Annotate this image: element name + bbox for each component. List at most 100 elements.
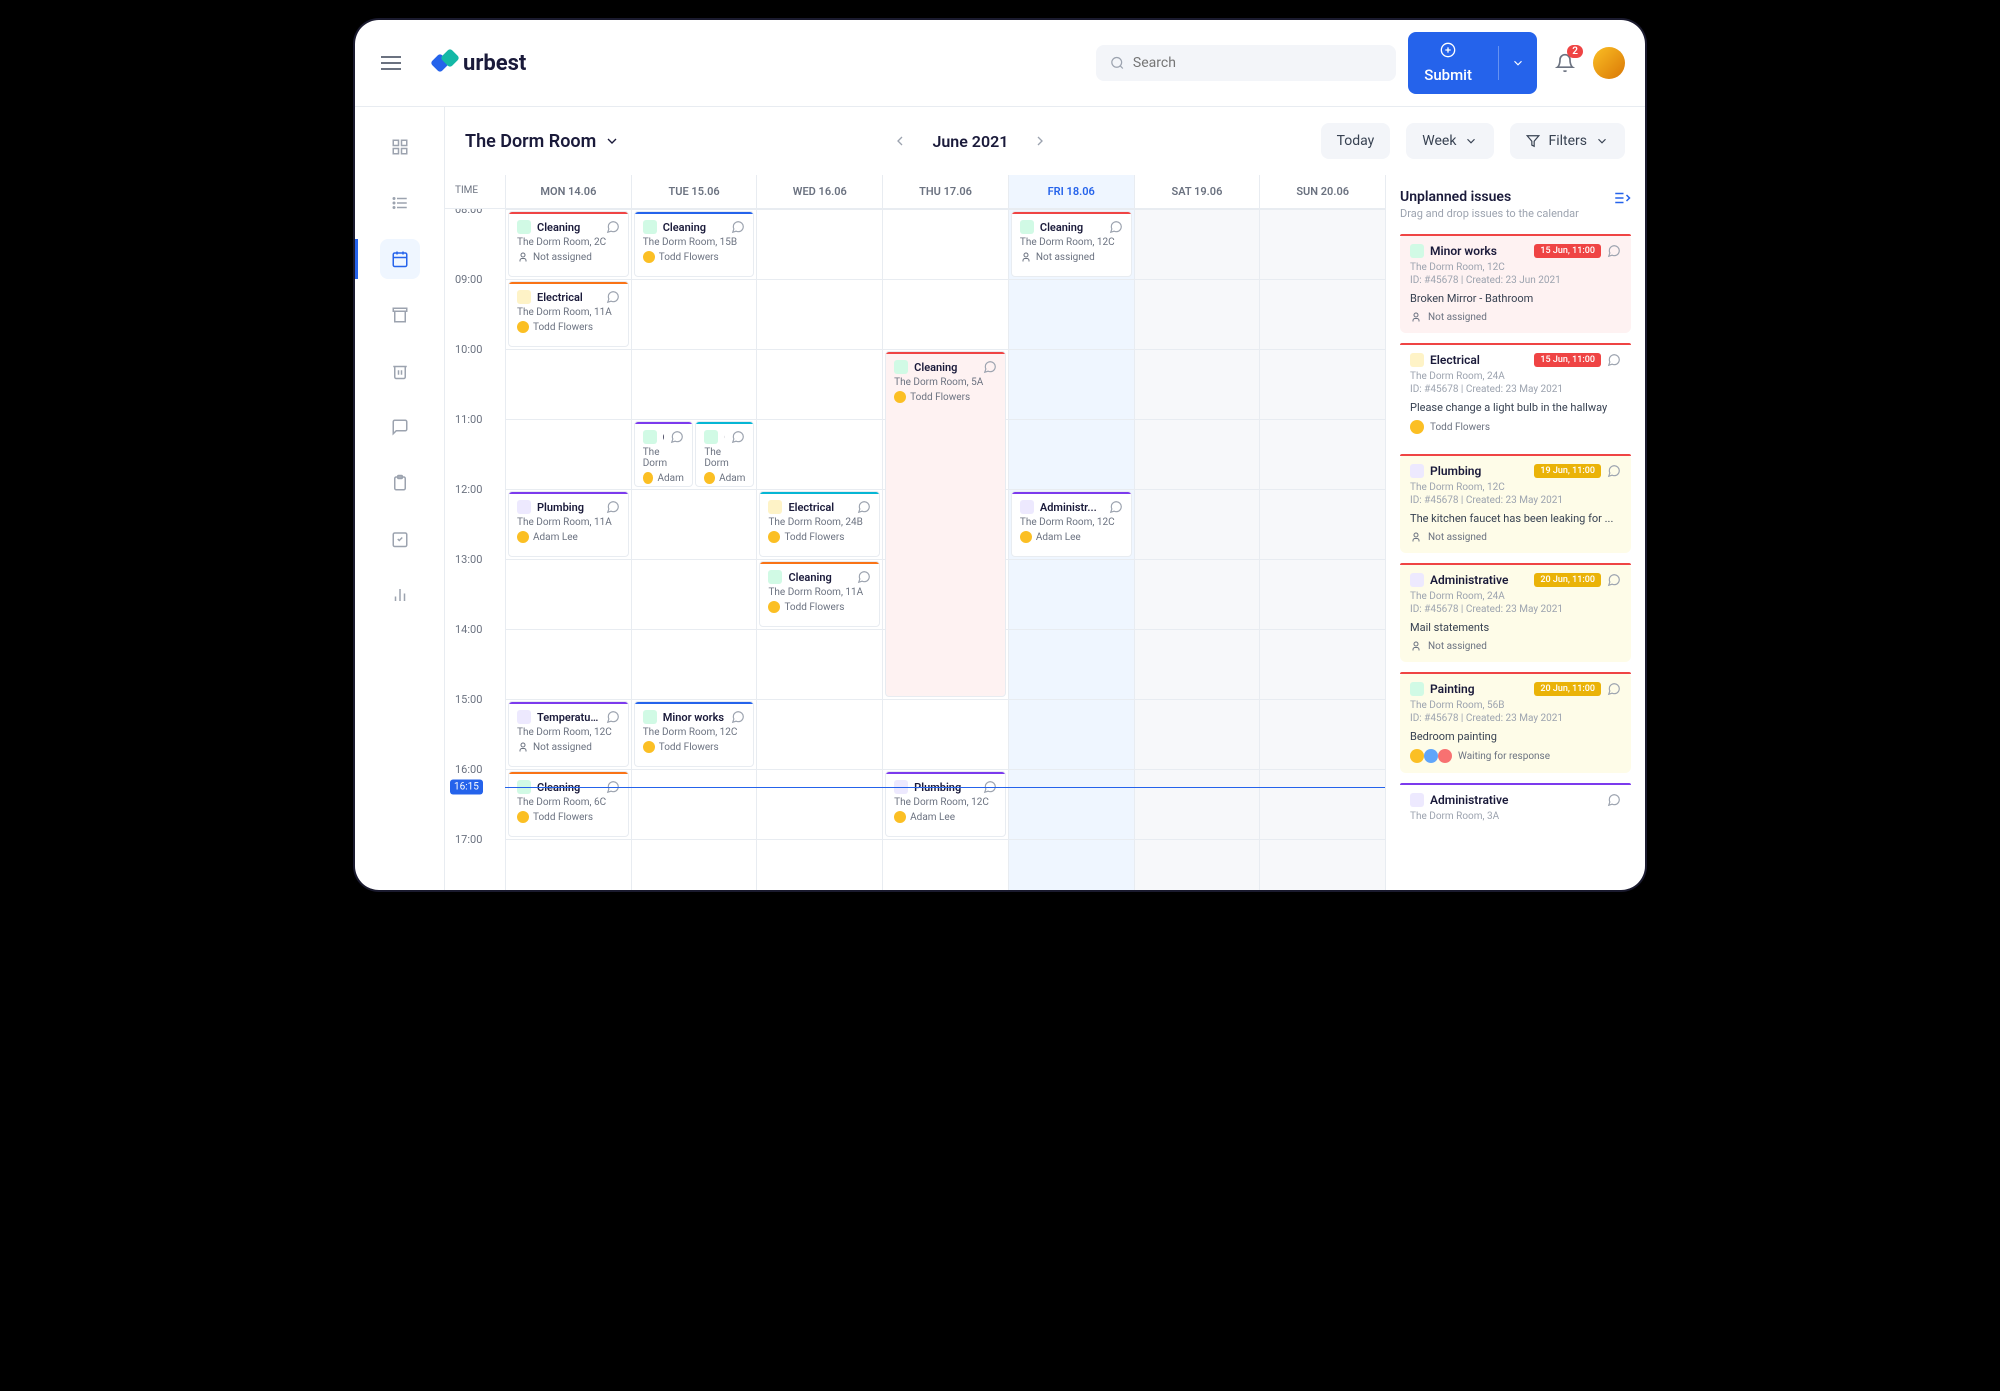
event-title: Administr... [1040,501,1103,514]
chat-icon[interactable] [1607,573,1621,587]
issue-card[interactable]: Administrative The Dorm Room, 3A [1400,783,1631,834]
chat-icon[interactable] [1607,682,1621,696]
collapse-panel-button[interactable] [1613,189,1631,207]
day-column[interactable]: Electrical The Dorm Room, 24B Todd Flowe… [756,209,882,890]
event-title: Cleaning [537,221,600,234]
chat-icon[interactable] [606,710,620,724]
event-title: Clean [724,431,725,444]
category-icon [1410,464,1424,478]
event-title: Electrical [537,291,600,304]
day-column[interactable]: Cleaning The Dorm Room, 15B Todd Flowers… [631,209,757,890]
filter-icon [1526,134,1540,148]
issue-card[interactable]: Plumbing19 Jun, 11:00 The Dorm Room, 12C… [1400,454,1631,553]
day-column[interactable] [1134,209,1260,890]
category-icon [643,710,657,724]
chat-icon[interactable] [1109,500,1123,514]
submit-dropdown[interactable] [1498,46,1537,80]
issue-card[interactable]: Painting20 Jun, 11:00 The Dorm Room, 56B… [1400,672,1631,773]
sidebar-item-dashboard[interactable] [380,127,420,167]
issue-meta: ID: #45678 | Created: 23 May 2021 [1410,495,1621,506]
chat-icon[interactable] [731,220,745,234]
issue-card[interactable]: Administrative20 Jun, 11:00 The Dorm Roo… [1400,563,1631,662]
chat-icon[interactable] [983,360,997,374]
search-box[interactable] [1096,45,1396,81]
calendar-toolbar: The Dorm Room June 2021 Today Week Filte… [445,107,1645,175]
category-icon [517,500,531,514]
category-icon [704,430,718,444]
calendar-event[interactable]: Clean The Dorm Adam [695,421,754,487]
time-label: 16:00 [445,763,505,833]
menu-icon[interactable] [375,46,407,80]
chat-icon[interactable] [1607,464,1621,478]
day-header: SUN 20.06 [1259,175,1385,208]
prev-month-button[interactable] [888,129,912,153]
submit-button[interactable]: Submit [1408,32,1537,94]
chat-icon[interactable] [606,290,620,304]
calendar-event[interactable]: Cleaning The Dorm Room, 11A Todd Flowers [759,561,880,627]
chevron-down-icon [1511,56,1525,70]
calendar-event[interactable]: Electrical The Dorm Room, 11A Todd Flowe… [508,281,629,347]
event-location: The Dorm Room, 12C [1020,517,1123,528]
chat-icon[interactable] [606,500,620,514]
chat-icon[interactable] [1607,244,1621,258]
view-selector[interactable]: Week [1406,123,1494,159]
event-assignee: Todd Flowers [768,601,871,613]
time-label: 13:00 [445,553,505,623]
category-icon [1410,573,1424,587]
sidebar-item-archive[interactable] [380,295,420,335]
sidebar-item-list[interactable] [380,183,420,223]
calendar-event[interactable]: Clean The Dorm Adam [634,421,693,487]
chat-icon[interactable] [606,220,620,234]
sidebar-item-clipboard[interactable] [380,463,420,503]
chat-icon[interactable] [731,710,745,724]
calendar-event[interactable]: Cleaning The Dorm Room, 12C Not assigned [1011,211,1132,277]
next-month-button[interactable] [1028,129,1052,153]
calendar-event[interactable]: Cleaning The Dorm Room, 5A Todd Flowers [885,351,1006,697]
calendar-event[interactable]: Plumbing The Dorm Room, 12C Adam Lee [885,771,1006,837]
sidebar-item-calendar[interactable] [380,239,420,279]
time-label: 09:00 [445,273,505,343]
chat-icon[interactable] [1109,220,1123,234]
calendar-event[interactable]: Temperature The Dorm Room, 12C Not assig… [508,701,629,767]
issue-card[interactable]: Electrical15 Jun, 11:00 The Dorm Room, 2… [1400,343,1631,444]
time-label: 08:00 [445,203,505,273]
chat-icon[interactable] [857,570,871,584]
brand-logo[interactable]: urbest [433,51,526,76]
sidebar-item-trash[interactable] [380,351,420,391]
calendar-event[interactable]: Administr... The Dorm Room, 12C Adam Lee [1011,491,1132,557]
chat-icon[interactable] [1607,353,1621,367]
event-title: Minor works [663,711,726,724]
calendar-grid: TIME MON 14.06TUE 15.06WED 16.06THU 17.0… [445,175,1385,890]
sidebar-item-analytics[interactable] [380,575,420,615]
calendar-event[interactable]: Cleaning The Dorm Room, 6C Todd Flowers [508,771,629,837]
event-assignee: Adam Lee [894,811,997,823]
calendar-event[interactable]: Minor works The Dorm Room, 12C Todd Flow… [634,701,755,767]
event-location: The Dorm Room, 12C [1020,237,1123,248]
event-title: Cleaning [1040,221,1103,234]
calendar-event[interactable]: Cleaning The Dorm Room, 2C Not assigned [508,211,629,277]
user-avatar[interactable] [1593,47,1625,79]
chat-icon[interactable] [731,430,745,444]
chat-icon[interactable] [857,500,871,514]
day-column[interactable]: Cleaning The Dorm Room, 5A Todd Flowers … [882,209,1008,890]
sidebar-item-messages[interactable] [380,407,420,447]
calendar-event[interactable]: Plumbing The Dorm Room, 11A Adam Lee [508,491,629,557]
chat-icon[interactable] [1607,793,1621,807]
notifications-button[interactable]: 2 [1549,47,1581,79]
day-column[interactable] [1259,209,1385,890]
event-title: Plumbing [537,501,600,514]
day-column[interactable]: Cleaning The Dorm Room, 2C Not assigned … [505,209,631,890]
calendar-event[interactable]: Electrical The Dorm Room, 24B Todd Flowe… [759,491,880,557]
filters-button[interactable]: Filters [1510,123,1625,159]
calendar-event[interactable]: Cleaning The Dorm Room, 15B Todd Flowers [634,211,755,277]
category-icon [768,570,782,584]
today-button[interactable]: Today [1321,123,1391,159]
chat-icon[interactable] [670,430,684,444]
sidebar-item-tasks[interactable] [380,519,420,559]
issue-card[interactable]: Minor works15 Jun, 11:00 The Dorm Room, … [1400,234,1631,333]
submit-label: Submit [1424,66,1472,84]
event-assignee: Todd Flowers [768,531,871,543]
search-input[interactable] [1133,55,1382,71]
location-selector[interactable]: The Dorm Room [465,131,620,152]
day-column[interactable]: Cleaning The Dorm Room, 12C Not assigned… [1008,209,1134,890]
